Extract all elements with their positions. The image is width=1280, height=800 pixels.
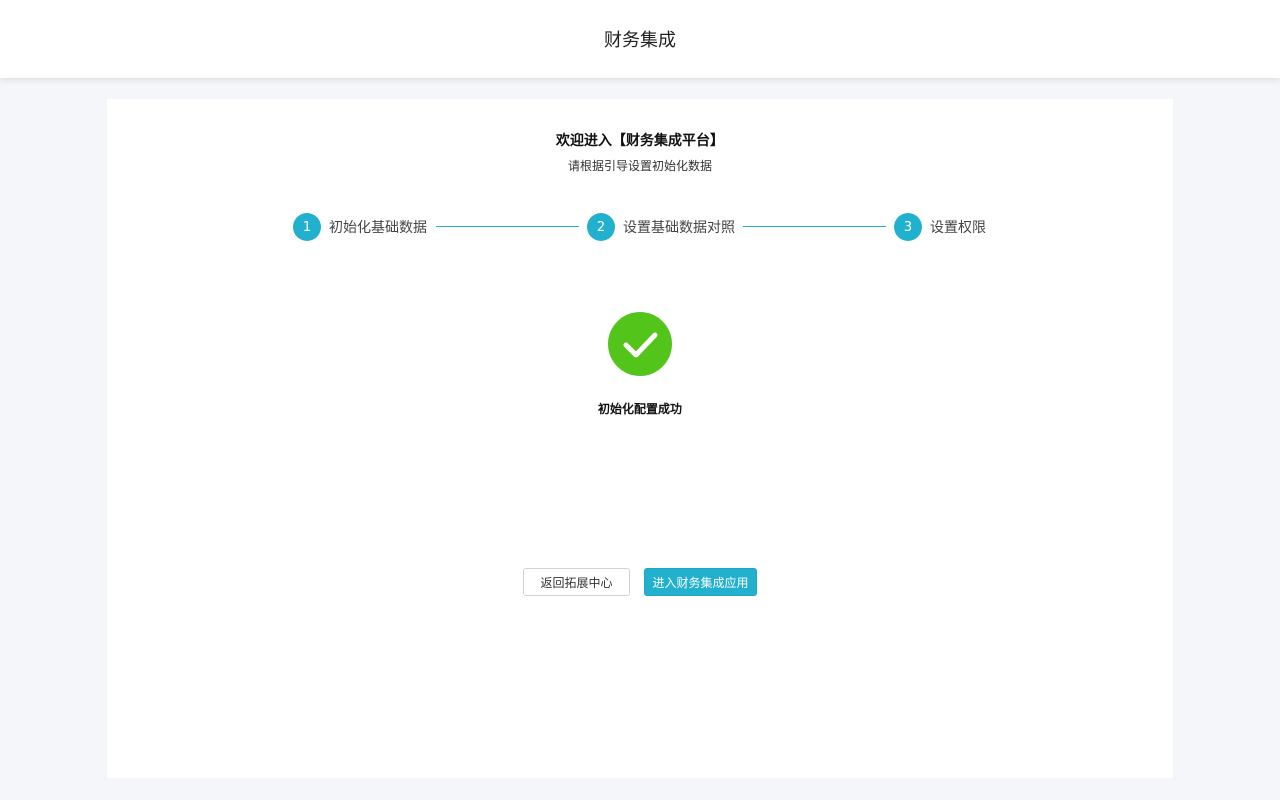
step-connector-2 [743,226,886,227]
header-title: 财务集成 [604,30,676,51]
step-3: 3 设置权限 [894,212,986,242]
step-label-2: 设置基础数据对照 [623,220,735,236]
welcome-subtitle: 请根据引导设置初始化数据 [567,159,712,173]
top-header: 财务集成 [0,0,1280,78]
enter-finance-app-button[interactable]: 进入财务集成应用 [644,568,757,596]
step-label-1: 初始化基础数据 [329,220,427,236]
back-to-extension-center-button[interactable]: 返回拓展中心 [523,568,630,596]
step-2: 2 设置基础数据对照 [587,212,735,242]
step-number-2: 2 [587,213,615,241]
step-1: 1 初始化基础数据 [293,212,427,242]
step-number-1: 1 [293,213,321,241]
success-message: 初始化配置成功 [597,402,682,416]
step-number-3: 3 [894,213,922,241]
welcome-title: 欢迎进入【财务集成平台】 [556,133,724,149]
checkmark-icon [623,332,658,358]
step-label-3: 设置权限 [930,220,986,236]
step-connector-1 [436,226,579,227]
check-circle-icon [608,312,672,376]
main-card: 欢迎进入【财务集成平台】 请根据引导设置初始化数据 1 初始化基础数据 2 设置… [107,99,1173,778]
